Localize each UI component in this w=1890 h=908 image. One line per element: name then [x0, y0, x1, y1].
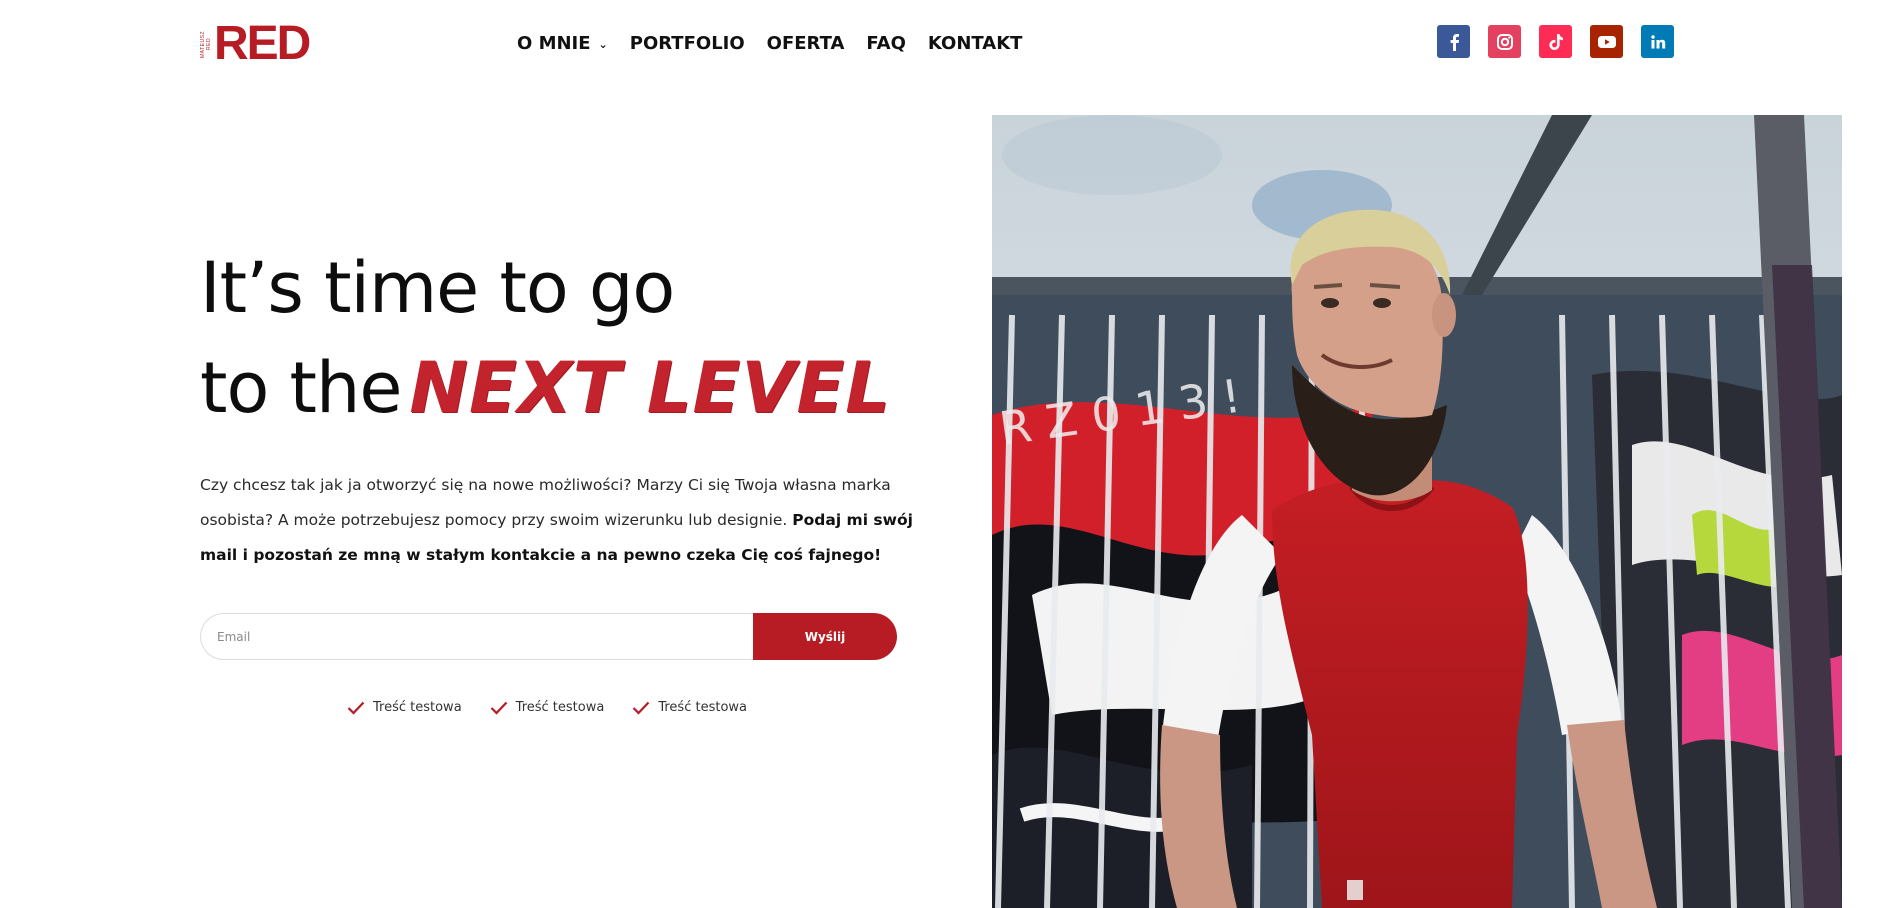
hero-description-text: Czy chcesz tak jak ja otworzyć się na no…	[200, 476, 891, 529]
youtube-link[interactable]	[1590, 25, 1623, 58]
hero-title-line1: It’s time to go	[200, 247, 675, 329]
main-nav: O MNIE ⌄ PORTFOLIO OFERTA FAQ KONTAKT	[517, 33, 1044, 54]
check-icon	[347, 701, 365, 715]
feature-item: Treść testowa	[490, 700, 605, 715]
nav-item-label: FAQ	[866, 33, 906, 54]
hero-title-accent: NEXT LEVEL	[409, 347, 891, 429]
feature-label: Treść testowa	[658, 700, 748, 715]
youtube-icon	[1597, 35, 1616, 48]
feature-label: Treść testowa	[515, 700, 605, 715]
social-links	[1437, 25, 1674, 58]
portrait-photo-illustration: R Z 0 1 3 !	[992, 115, 1842, 908]
feature-item: Treść testowa	[632, 700, 747, 715]
nav-item-portfolio[interactable]: PORTFOLIO	[630, 33, 745, 54]
instagram-link[interactable]	[1488, 25, 1521, 58]
hero-photo: R Z 0 1 3 !	[992, 115, 1842, 908]
feature-list: Treść testowa Treść testowa Treść testow…	[347, 700, 747, 715]
tiktok-link[interactable]	[1539, 25, 1572, 58]
nav-item-kontakt[interactable]: KONTAKT	[928, 33, 1023, 54]
nav-item-label: OFERTA	[766, 33, 845, 54]
logo-text: RED	[214, 17, 311, 70]
instagram-icon	[1496, 33, 1513, 50]
facebook-icon	[1450, 33, 1459, 51]
facebook-link[interactable]	[1437, 25, 1470, 58]
linkedin-link[interactable]	[1641, 25, 1674, 58]
feature-item: Treść testowa	[347, 700, 462, 715]
logo-tagline: MATEUSZ RED	[200, 30, 212, 58]
hero-title-line2: to the	[200, 347, 402, 429]
check-icon	[633, 701, 650, 715]
check-icon	[490, 701, 507, 715]
nav-item-oferta[interactable]: OFERTA	[767, 33, 845, 54]
nav-item-label: KONTAKT	[927, 33, 1023, 54]
logo[interactable]: MATEUSZ RED RED	[200, 17, 311, 70]
feature-label: Treść testowa	[373, 700, 462, 715]
linkedin-icon	[1650, 34, 1665, 48]
nav-item-faq[interactable]: FAQ	[866, 33, 905, 54]
nav-item-label: O MNIE	[517, 33, 591, 54]
hero-title: It’s time to go to the NEXT LEVEL	[200, 238, 891, 438]
email-input[interactable]	[200, 613, 753, 660]
submit-button[interactable]: Wyślij	[753, 613, 897, 660]
newsletter-form: Wyślij	[200, 613, 897, 660]
tiktok-icon	[1548, 33, 1563, 50]
chevron-down-icon: ⌄	[598, 38, 608, 51]
nav-item-o-mnie[interactable]: O MNIE ⌄	[517, 33, 608, 54]
page: MATEUSZ RED RED O MNIE ⌄ PORTFOLIO OFERT…	[0, 0, 1890, 908]
nav-item-label: PORTFOLIO	[629, 33, 745, 54]
hero-description: Czy chcesz tak jak ja otworzyć się na no…	[200, 468, 920, 573]
